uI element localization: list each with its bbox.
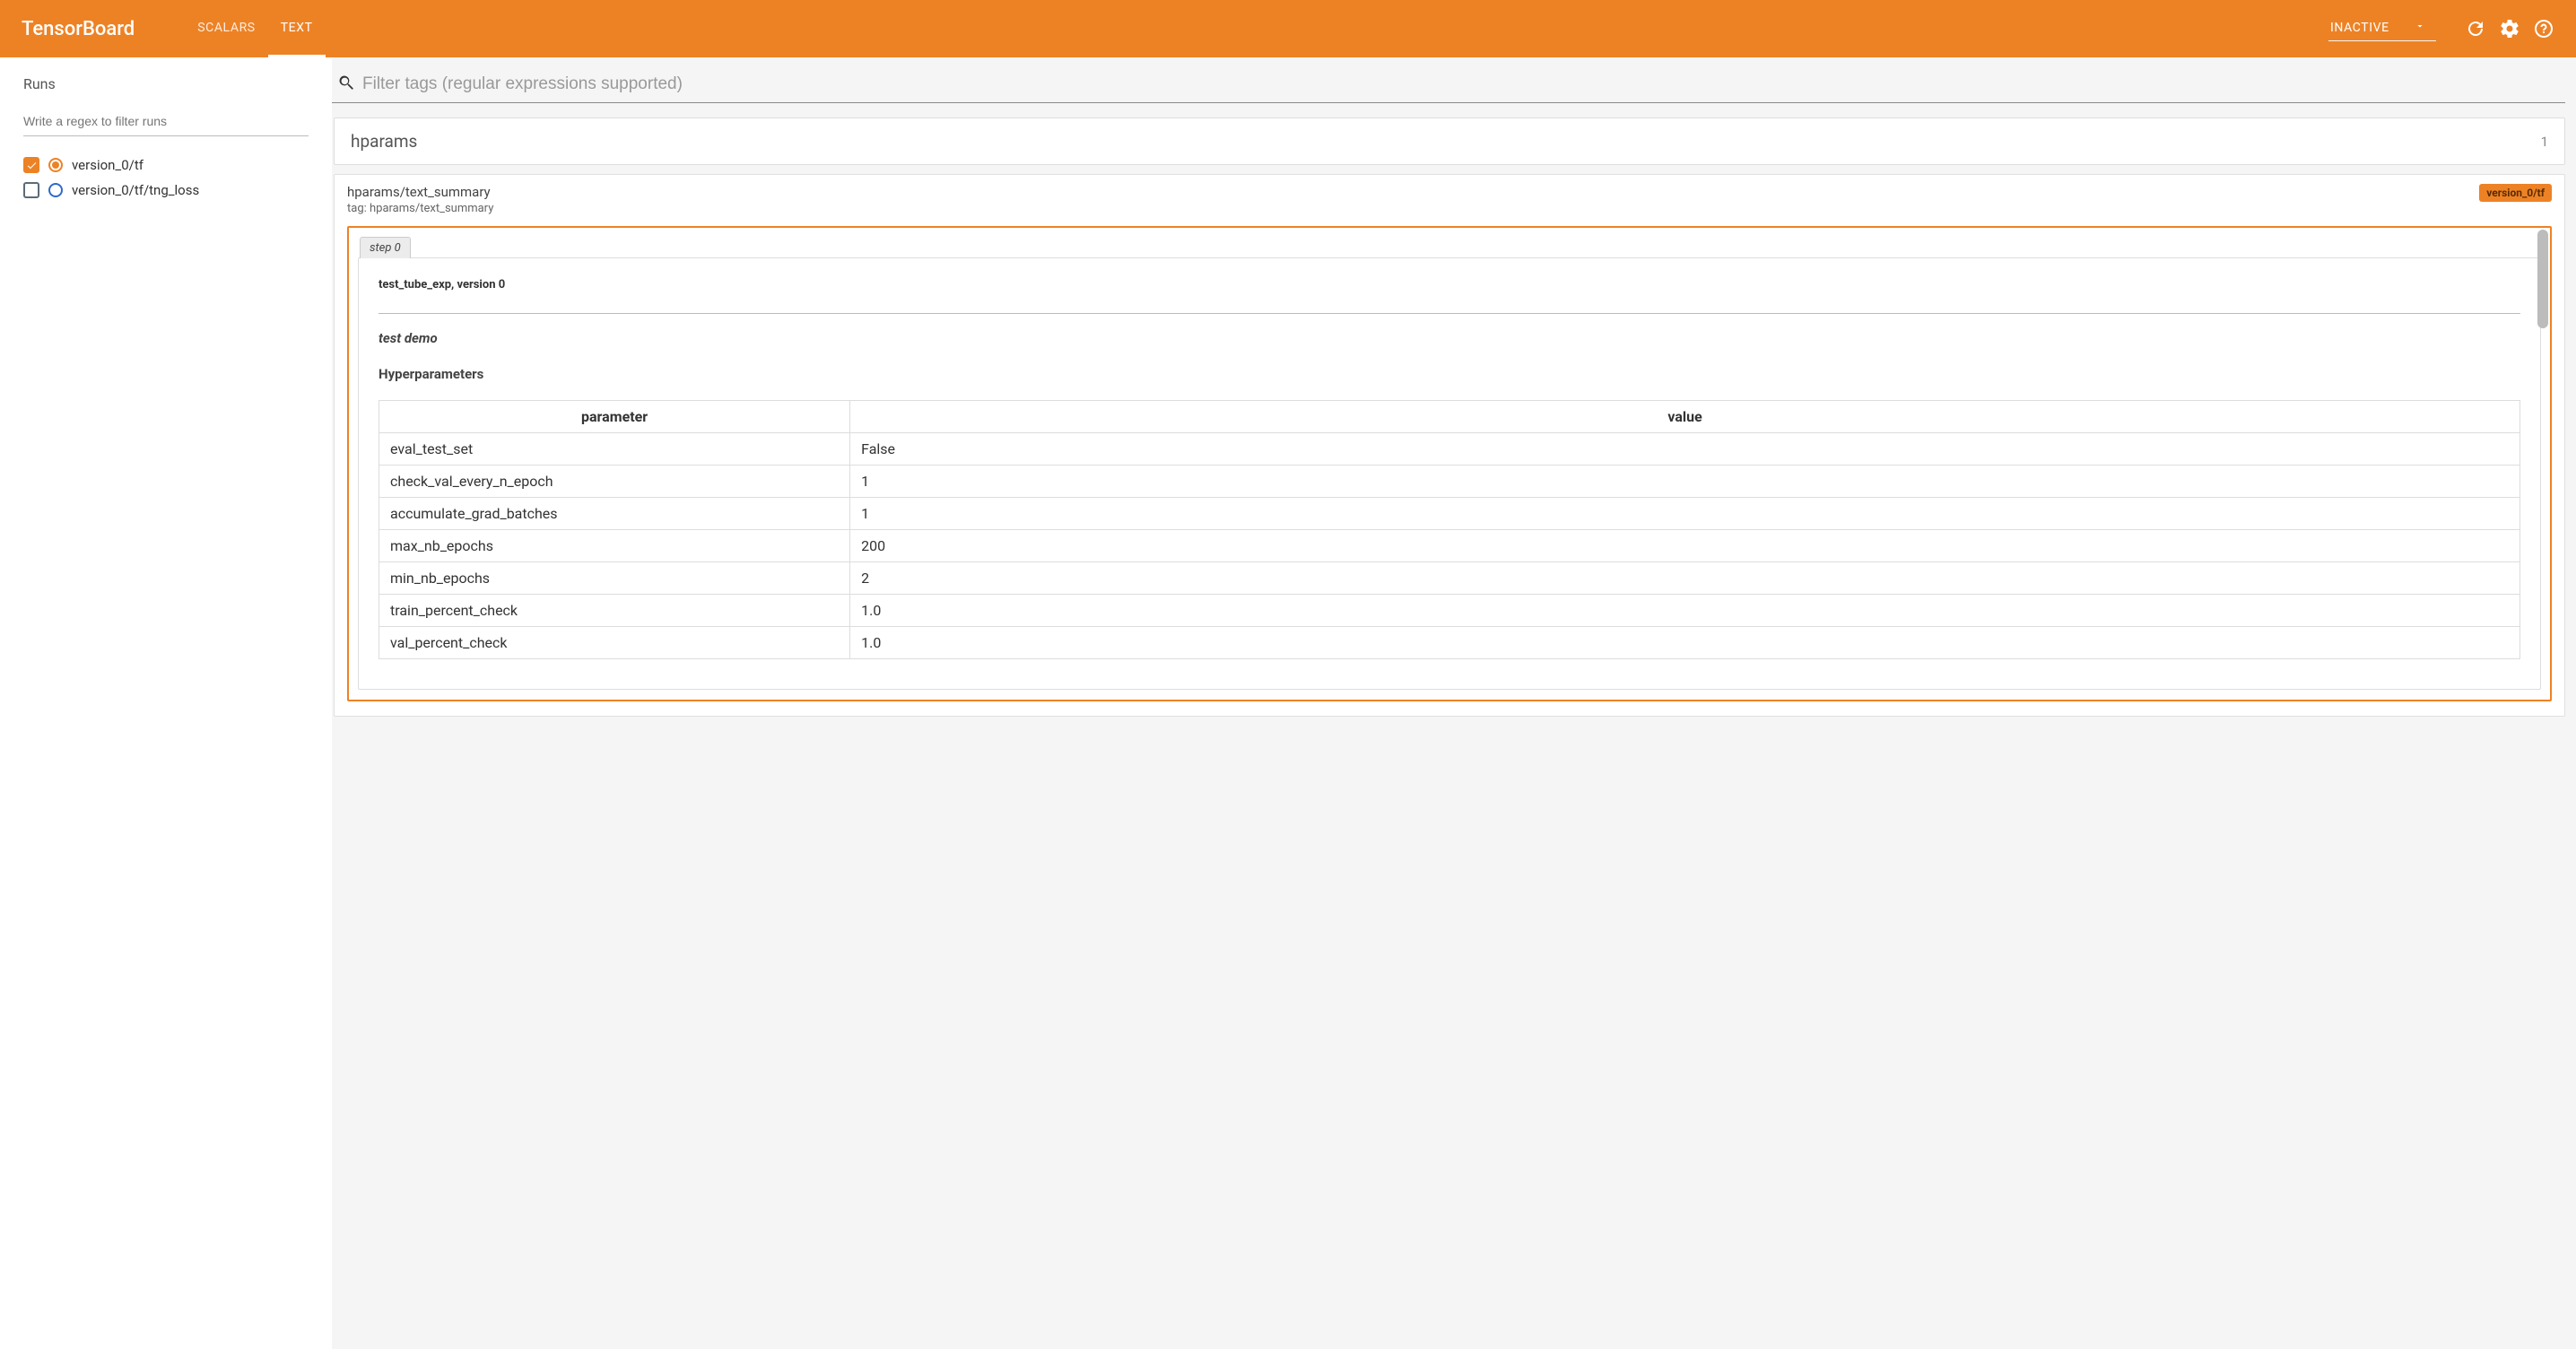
step-tab[interactable]: step 0 — [360, 237, 411, 258]
header-tabs: SCALARS TEXT — [185, 0, 325, 57]
search-icon — [337, 74, 362, 95]
sidebar-title: Runs — [23, 75, 309, 92]
hparams-table: parameter value eval_test_setFalsecheck_… — [379, 400, 2520, 659]
demo-title: test demo — [379, 330, 2520, 346]
text-content-card: test_tube_exp, version 0 test demo Hyper… — [358, 257, 2541, 690]
run-label: version_0/tf/tng_loss — [72, 182, 199, 198]
table-row: val_percent_check1.0 — [379, 627, 2520, 659]
table-header-row: parameter value — [379, 401, 2520, 433]
brand-title: TensorBoard — [22, 18, 135, 40]
checkbox-icon[interactable] — [23, 182, 39, 198]
help-icon[interactable] — [2533, 18, 2554, 39]
text-dashboard-card: hparams/text_summary tag: hparams/text_s… — [334, 174, 2565, 717]
table-row: max_nb_epochs200 — [379, 530, 2520, 562]
chevron-down-icon — [2415, 21, 2425, 35]
hparams-heading: Hyperparameters — [379, 366, 2520, 382]
run-list: version_0/tf version_0/tf/tng_loss — [23, 152, 309, 203]
tab-label: TEXT — [281, 21, 313, 35]
divider — [379, 313, 2520, 314]
tag-group-header[interactable]: hparams 1 — [334, 117, 2565, 165]
tab-label: SCALARS — [197, 21, 256, 35]
tab-text[interactable]: TEXT — [268, 0, 326, 57]
radio-icon[interactable] — [48, 158, 63, 172]
table-row: eval_test_setFalse — [379, 433, 2520, 466]
cell-param: max_nb_epochs — [379, 530, 850, 562]
table-row: train_percent_check1.0 — [379, 595, 2520, 627]
card-subtitle: tag: hparams/text_summary — [347, 202, 493, 215]
main-content: hparams 1 hparams/text_summary tag: hpar… — [332, 57, 2576, 1349]
cell-value: 1.0 — [850, 627, 2520, 659]
group-count: 1 — [2541, 134, 2548, 150]
run-item[interactable]: version_0/tf — [23, 152, 309, 178]
body: Runs version_0/tf version_0/tf/tng_loss — [0, 57, 2576, 1349]
inactive-select-label: INACTIVE — [2330, 21, 2389, 35]
run-label: version_0/tf — [72, 157, 144, 173]
gear-icon[interactable] — [2499, 18, 2520, 39]
reload-icon[interactable] — [2465, 18, 2486, 39]
card-title: hparams/text_summary — [347, 184, 493, 200]
experiment-label: test_tube_exp, version 0 — [379, 278, 2520, 292]
tag-filter-input[interactable] — [362, 74, 2560, 94]
cell-value: 1.0 — [850, 595, 2520, 627]
cell-value: 2 — [850, 562, 2520, 595]
runs-filter-input[interactable] — [23, 109, 309, 136]
table-row: min_nb_epochs2 — [379, 562, 2520, 595]
group-name: hparams — [351, 131, 417, 152]
cell-param: train_percent_check — [379, 595, 850, 627]
cell-param: accumulate_grad_batches — [379, 498, 850, 530]
text-frame: step 0 test_tube_exp, version 0 test dem… — [347, 226, 2552, 701]
scrollbar-thumb[interactable] — [2537, 230, 2548, 328]
cell-value: False — [850, 433, 2520, 466]
cell-param: check_val_every_n_epoch — [379, 466, 850, 498]
cell-value: 1 — [850, 466, 2520, 498]
radio-icon[interactable] — [48, 183, 63, 197]
cell-param: min_nb_epochs — [379, 562, 850, 595]
table-row: accumulate_grad_batches1 — [379, 498, 2520, 530]
sidebar: Runs version_0/tf version_0/tf/tng_loss — [0, 57, 332, 1349]
col-header-value: value — [850, 401, 2520, 433]
cell-value: 200 — [850, 530, 2520, 562]
tag-filter-row — [332, 70, 2565, 103]
checkbox-icon[interactable] — [23, 157, 39, 173]
col-header-param: parameter — [379, 401, 850, 433]
table-row: check_val_every_n_epoch1 — [379, 466, 2520, 498]
cell-param: val_percent_check — [379, 627, 850, 659]
cell-param: eval_test_set — [379, 433, 850, 466]
run-badge: version_0/tf — [2479, 184, 2552, 202]
inactive-plugins-select[interactable]: INACTIVE — [2328, 17, 2436, 41]
run-item[interactable]: version_0/tf/tng_loss — [23, 178, 309, 203]
tab-scalars[interactable]: SCALARS — [185, 0, 268, 57]
cell-value: 1 — [850, 498, 2520, 530]
app-header: TensorBoard SCALARS TEXT INACTIVE — [0, 0, 2576, 57]
